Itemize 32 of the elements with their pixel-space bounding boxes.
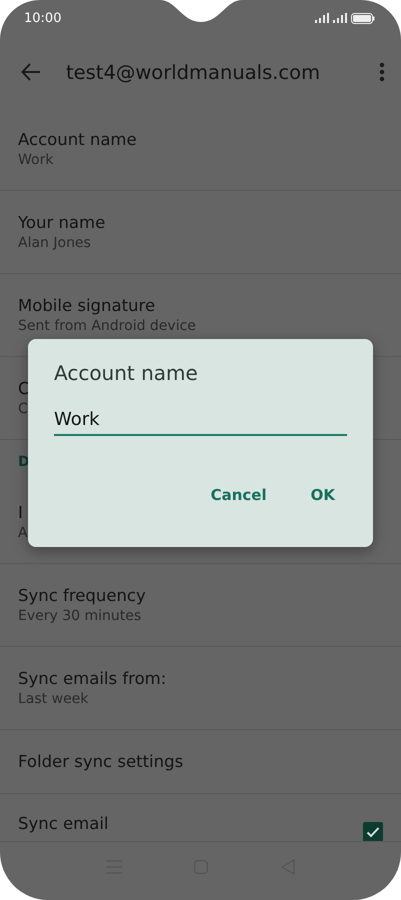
settings-item[interactable]: Your name Alan Jones [0, 191, 401, 274]
setting-subtitle: Last week [18, 691, 88, 707]
settings-item[interactable]: Sync frequency Every 30 minutes [0, 564, 401, 647]
setting-subtitle: A [18, 525, 28, 541]
dialog-title: Account name [54, 361, 199, 385]
checkbox[interactable] [363, 822, 383, 841]
setting-title: Account name [18, 130, 137, 149]
setting-title: Sync emails from: [18, 669, 166, 688]
settings-item[interactable]: Account name Work [0, 108, 401, 191]
battery-icon [351, 12, 375, 24]
setting-title: Folder sync settings [18, 752, 184, 771]
setting-subtitle: Alan Jones [18, 235, 91, 251]
more-options-icon[interactable] [379, 62, 385, 82]
dialog-button[interactable]: OK [298, 480, 347, 510]
setting-title: I [18, 503, 23, 522]
setting-title: Sync frequency [18, 586, 146, 605]
settings-item[interactable]: Sync emails from: Last week [0, 647, 401, 730]
setting-subtitle: Sent from Android device [18, 318, 196, 334]
setting-subtitle: Work [18, 152, 54, 168]
setting-subtitle: Every 30 minutes [18, 608, 142, 624]
status-time: 10:00 [24, 10, 62, 26]
setting-title: Your name [18, 213, 106, 232]
back-arrow-icon[interactable] [20, 61, 42, 83]
account-email-title: test4@worldmanuals.com [66, 60, 322, 84]
setting-subtitle: C [18, 401, 28, 417]
setting-title: Mobile signature [18, 296, 156, 315]
settings-item[interactable]: Folder sync settings [0, 730, 401, 794]
signal-icon [315, 13, 329, 23]
dialog-button[interactable]: Cancel [198, 480, 279, 510]
setting-title: Sync email [18, 814, 109, 833]
account-name-field[interactable]: Work [54, 409, 347, 436]
signal-icon [333, 13, 347, 23]
